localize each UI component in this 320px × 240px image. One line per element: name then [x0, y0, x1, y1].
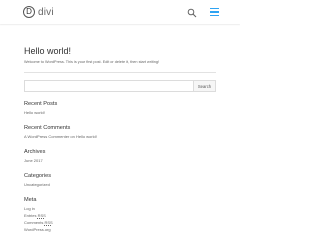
logo-text: divi: [38, 6, 54, 18]
search-form: Search: [24, 80, 216, 92]
categories-title: Categories: [24, 173, 52, 179]
menu-bar: [210, 11, 219, 13]
hamburger-menu-icon[interactable]: [210, 8, 219, 16]
rss-abbr: RSS: [37, 213, 46, 218]
logo-mark: D: [23, 6, 35, 18]
search-button[interactable]: Search: [194, 80, 216, 92]
content-divider: [24, 72, 216, 73]
meta-title: Meta: [24, 197, 37, 203]
meta-entries-rss-link[interactable]: Entries RSS: [24, 213, 46, 218]
site-logo[interactable]: D divi: [23, 6, 54, 18]
category-link[interactable]: Uncategorized: [24, 182, 50, 187]
meta-comments-rss-link[interactable]: Comments RSS: [24, 220, 53, 225]
rss-abbr: RSS: [44, 220, 53, 225]
search-icon[interactable]: [187, 8, 197, 18]
archives-title: Archives: [24, 149, 46, 155]
post-excerpt: Welcome to WordPress. This is your first…: [24, 60, 160, 64]
post-title[interactable]: Hello world!: [24, 46, 216, 57]
page: D divi Hello world! Welcome to WordPress…: [0, 0, 240, 240]
meta-wordpress-org-link[interactable]: WordPress.org: [24, 227, 51, 232]
post-content: Hello world! Welcome to WordPress. This …: [24, 46, 216, 65]
meta-login-link[interactable]: Log in: [24, 206, 35, 211]
archive-link[interactable]: June 2017: [24, 158, 43, 163]
recent-post-link[interactable]: Hello world!: [24, 110, 45, 115]
site-header: D divi: [0, 0, 240, 24]
entries-label: Entries: [24, 213, 37, 218]
recent-comment-link[interactable]: A WordPress Commenter on Hello world!: [24, 134, 97, 139]
recent-comments-title: Recent Comments: [24, 125, 71, 131]
recent-posts-title: Recent Posts: [24, 101, 58, 107]
search-input[interactable]: [24, 80, 194, 92]
menu-bar: [210, 8, 219, 10]
comments-label: Comments: [24, 220, 44, 225]
menu-bar: [210, 14, 219, 16]
